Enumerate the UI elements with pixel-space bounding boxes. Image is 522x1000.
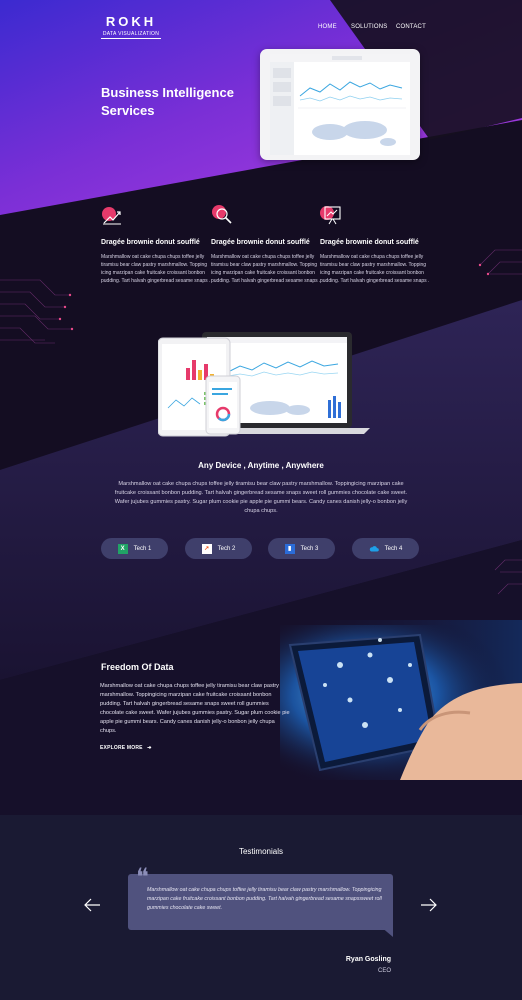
nav-solutions[interactable]: SOLUTIONS (351, 24, 387, 30)
testimonial-quote-box: ❝ Marshmallow oat cake chupa chups toffe… (128, 865, 393, 930)
tech-label: Tech 4 (384, 545, 403, 552)
feature-body: Marshmallow oat cake chupa chups toffee … (320, 254, 430, 284)
tech-1-button[interactable]: X Tech 1 (101, 538, 168, 559)
nav-home[interactable]: HOME (318, 24, 337, 30)
powerpoint-icon: ▮ (284, 543, 295, 554)
freedom-title: Freedom Of Data (101, 662, 174, 672)
testimonial-author: Ryan Gosling (345, 956, 391, 963)
tech-label: Tech 1 (133, 545, 152, 552)
feature-body: Marshmallow oat cake chupa chups toffee … (211, 254, 321, 284)
tech-2-button[interactable]: ↗ Tech 2 (185, 538, 252, 559)
feature-title: Dragée brownie donut soufflé (320, 239, 419, 246)
feature-title: Dragée brownie donut soufflé (211, 239, 310, 246)
dashboard-screenshot (270, 54, 410, 155)
excel-icon: X (117, 543, 128, 554)
tech-label: Tech 3 (300, 545, 319, 552)
testimonials-title: Testimonials (238, 847, 283, 856)
growth-chart-icon (102, 207, 121, 225)
arrow-right-nav-icon[interactable] (420, 898, 438, 912)
hero-tablet-image (260, 49, 420, 160)
arrow-left-icon[interactable] (83, 898, 101, 912)
quote-tail (380, 926, 393, 937)
tech-label: Tech 2 (217, 545, 236, 552)
logo[interactable]: ROKH DATA VISUALIZATION (101, 14, 161, 39)
feature-card-3: Dragée brownie donut soufflé Marshmallow… (320, 204, 430, 285)
feature-card-1: Dragée brownie donut soufflé Marshmallow… (101, 204, 211, 285)
chart-app-icon: ↗ (201, 543, 212, 554)
devices-title: Any Device , Anytime , Anywhere (198, 461, 324, 470)
hero-title-line2: Services (101, 103, 155, 118)
magnifier-icon (212, 205, 232, 224)
arrow-right-icon: ➔ (147, 745, 152, 751)
testimonial-role: CEO (377, 968, 391, 974)
hero-title: Business Intelligence Services (101, 84, 261, 120)
testimonial-quote: Marshmallow oat cake chupa chups toffee … (147, 887, 382, 911)
nav-contact[interactable]: CONTACT (396, 24, 426, 30)
explore-more-link[interactable]: EXPLORE MORE ➔ (100, 745, 152, 751)
presentation-icon (320, 206, 341, 225)
devices-body: Marshmallow oat cake chupa chups toffee … (114, 481, 408, 514)
explore-more-label: EXPLORE MORE (100, 745, 143, 751)
tech-3-button[interactable]: ▮ Tech 3 (268, 538, 335, 559)
hero-title-line1: Business Intelligence (101, 85, 234, 100)
feature-body: Marshmallow oat cake chupa chups toffee … (101, 254, 211, 284)
cloud-icon (369, 545, 379, 551)
freedom-body: Marshmallow oat cake chupa chups toffee … (100, 683, 290, 734)
feature-card-2: Dragée brownie donut soufflé Marshmallow… (211, 204, 321, 285)
logo-text: ROKH (105, 14, 157, 29)
feature-title: Dragée brownie donut soufflé (101, 239, 200, 246)
logo-subtitle: DATA VISUALIZATION (101, 31, 161, 39)
tech-4-button[interactable]: Tech 4 (352, 538, 419, 559)
devices-mockup-image (158, 332, 370, 437)
hand-tablet-image (280, 625, 522, 780)
